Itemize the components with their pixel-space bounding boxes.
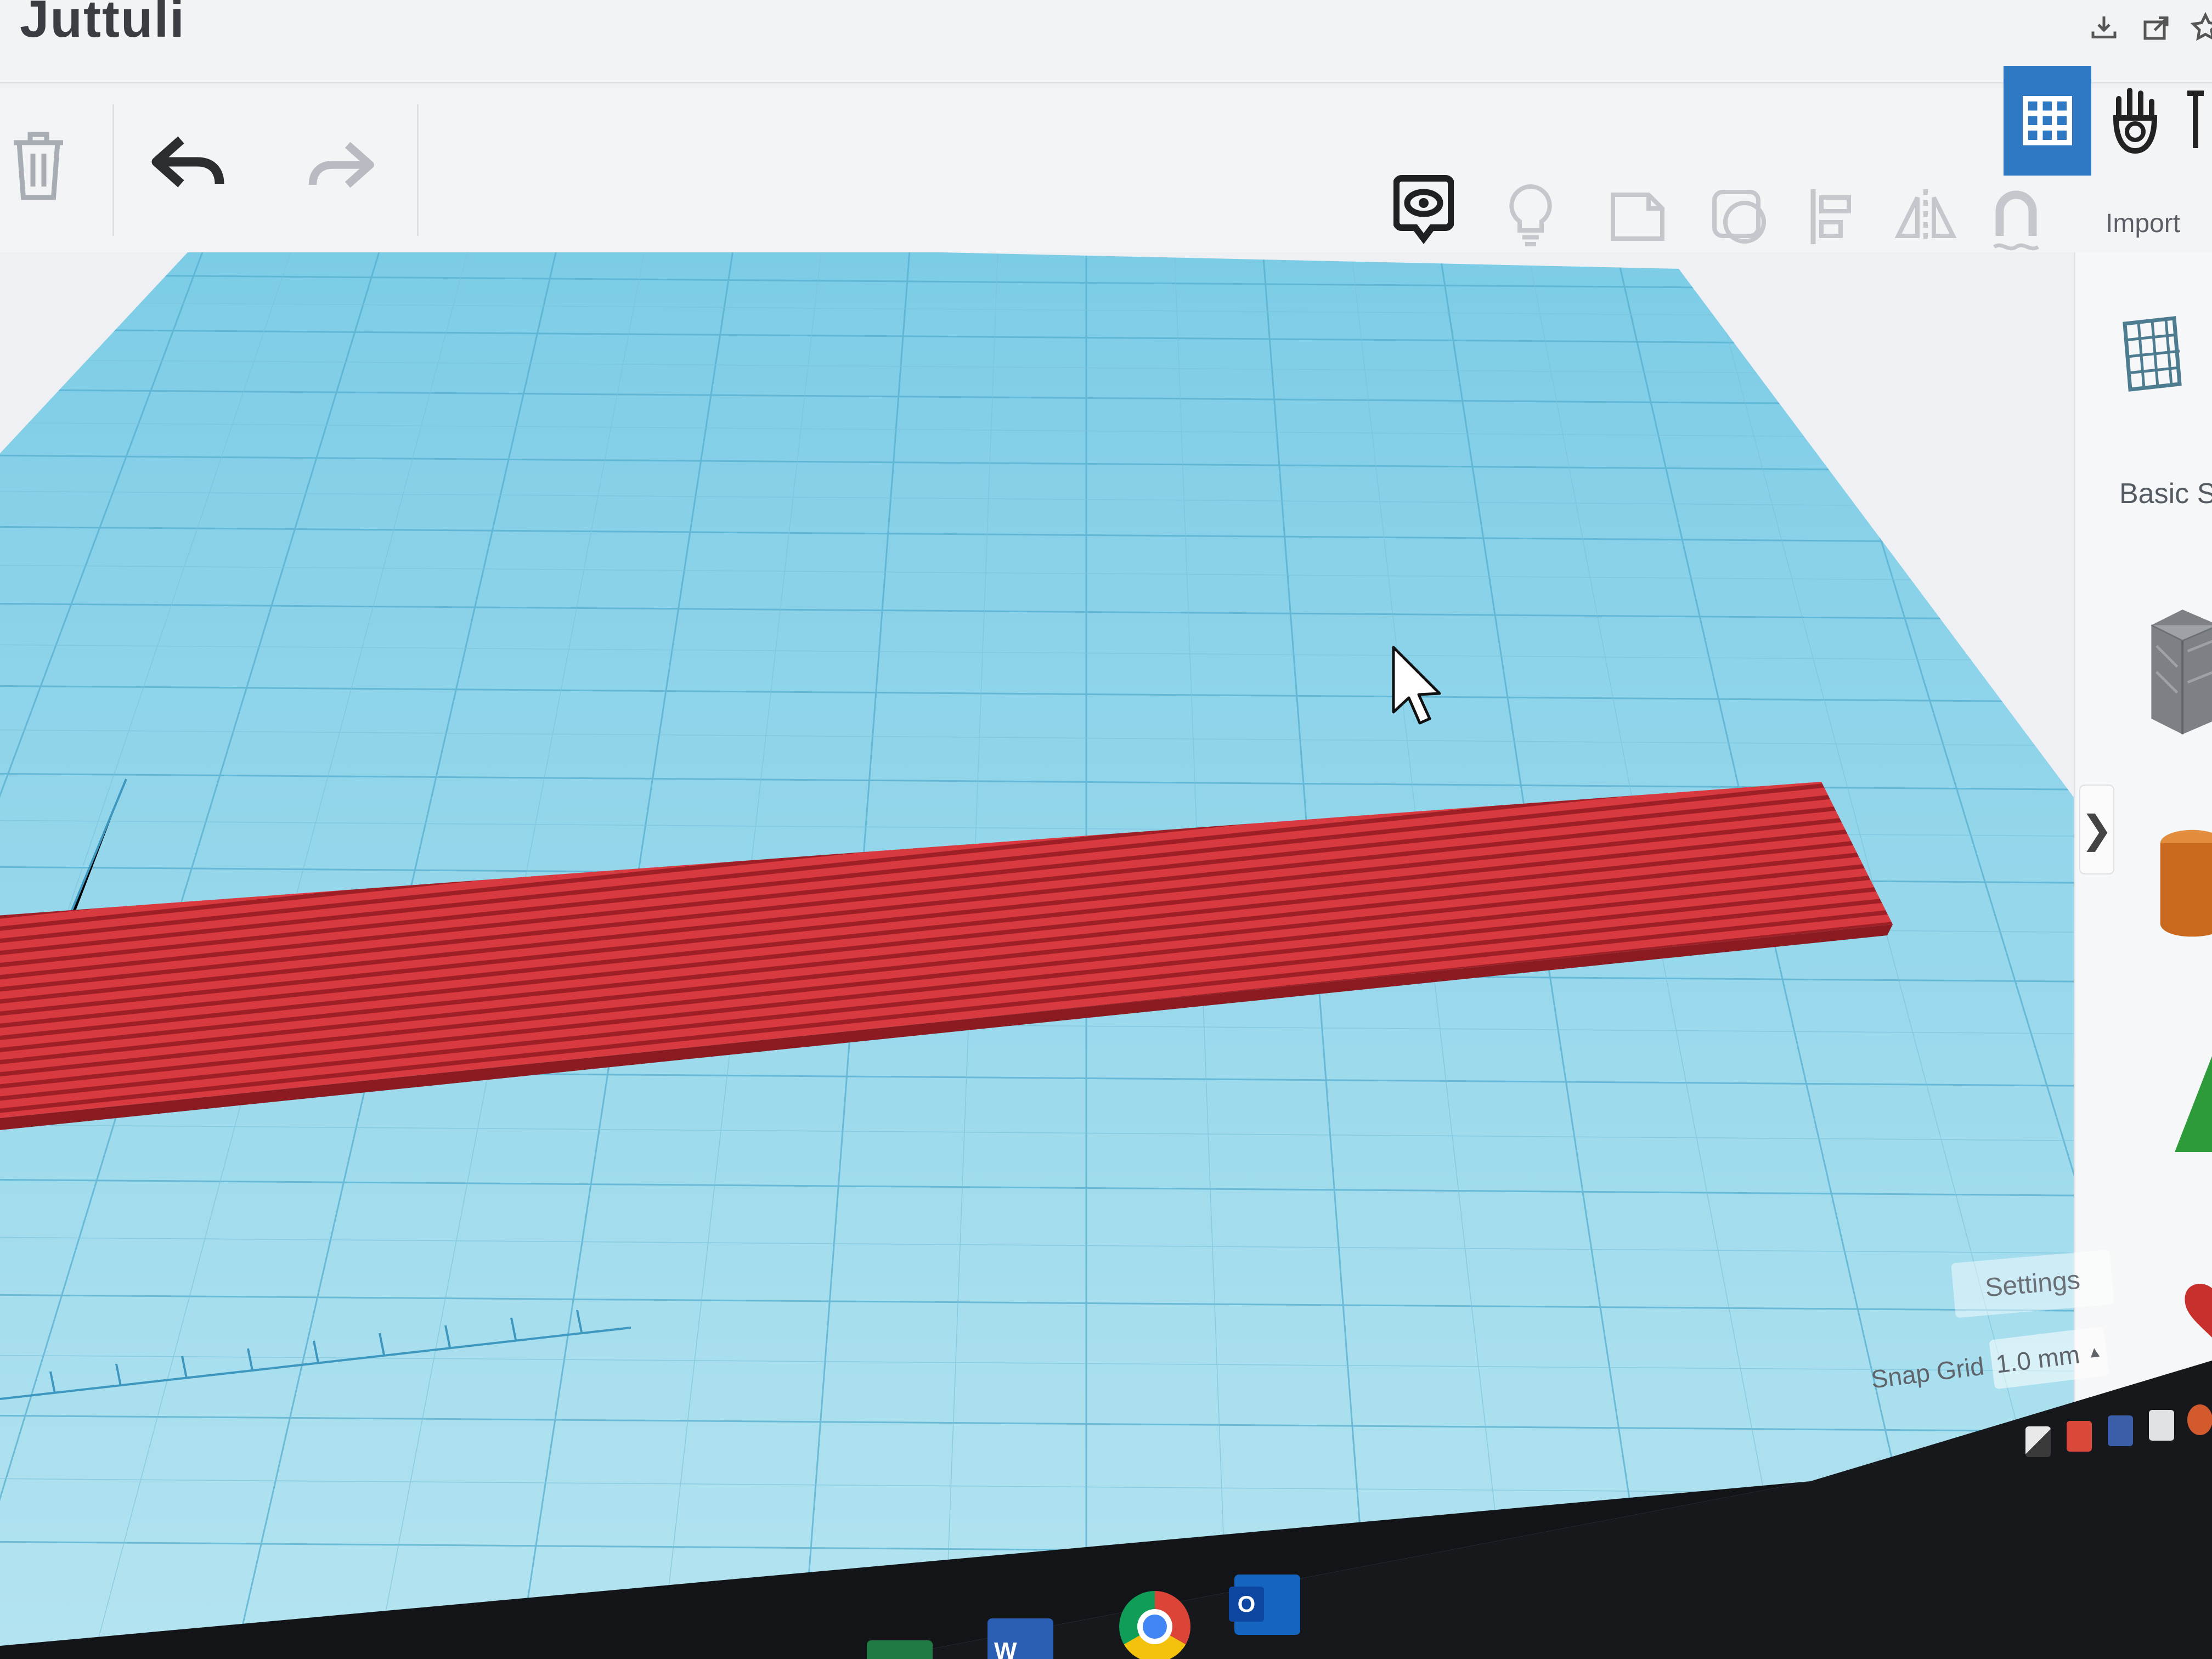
document-title[interactable]: Juttuli <box>20 0 185 49</box>
magnet-icon <box>1993 190 2039 251</box>
share-icon[interactable] <box>2137 11 2175 49</box>
heart-shape-icon[interactable] <box>2180 1278 2212 1350</box>
roof-shape-icon[interactable] <box>2174 1053 2212 1163</box>
pencil-icon <box>2187 91 2204 148</box>
network-icon[interactable] <box>2108 1415 2133 1446</box>
excel-icon[interactable] <box>867 1640 933 1659</box>
undo-arrow-icon <box>151 136 224 188</box>
tinkercad-window: Juttuli Import Basic S ❯ Settings Snap G… <box>0 0 2212 1659</box>
snap-grid-value: 1.0 mm <box>1994 1340 2081 1379</box>
antivirus-icon[interactable] <box>2067 1421 2092 1452</box>
tinker-hand-icon <box>2113 88 2158 154</box>
grid-view-tab[interactable] <box>2004 66 2091 176</box>
outlook-icon[interactable]: O <box>1229 1575 1300 1635</box>
view-tabs <box>2004 66 2212 176</box>
group-button[interactable] <box>1701 181 1778 252</box>
align-button[interactable] <box>1799 181 1865 252</box>
app-tray-icon[interactable] <box>2187 1404 2212 1435</box>
chevron-up-icon: ▲ <box>2086 1342 2103 1362</box>
box-shape-icon[interactable] <box>2136 603 2212 735</box>
workplane-grid[interactable] <box>0 252 2172 1659</box>
mirror-button[interactable] <box>1887 181 1964 252</box>
chrome-icon[interactable] <box>1119 1591 1190 1659</box>
trash-icon <box>14 132 63 200</box>
shape-category-label[interactable]: Basic Sh <box>2119 477 2212 510</box>
workplane-shape-icon[interactable] <box>2119 313 2185 395</box>
cylinder-shape-icon[interactable] <box>2155 823 2212 944</box>
more-tab[interactable] <box>2179 66 2212 176</box>
undo-button[interactable] <box>148 121 230 208</box>
star-icon[interactable] <box>2186 11 2212 49</box>
note-button[interactable] <box>1602 181 1673 252</box>
redo-arrow-icon <box>308 142 374 188</box>
delete-button[interactable] <box>0 110 77 219</box>
mirror-icon <box>1894 189 1957 244</box>
download-icon[interactable] <box>2085 11 2123 49</box>
redo-button[interactable] <box>299 126 381 208</box>
group-shapes-icon <box>1712 190 1766 244</box>
workplane-area[interactable] <box>0 252 2172 1659</box>
shield-icon[interactable] <box>2025 1426 2051 1457</box>
align-icon <box>1810 189 1851 244</box>
usb-icon[interactable] <box>2149 1410 2174 1441</box>
title-bar: Juttuli <box>0 0 2212 83</box>
main-toolbar: Import <box>0 88 2212 254</box>
word-icon[interactable]: W <box>988 1618 1053 1659</box>
lightbulb-button[interactable] <box>1498 176 1564 252</box>
magnet-button[interactable] <box>1980 181 2052 258</box>
note-icon <box>1611 193 1664 241</box>
show-all-button[interactable] <box>1388 170 1459 247</box>
collapse-panel-button[interactable]: ❯ <box>2079 785 2114 874</box>
import-button[interactable]: Import <box>2106 208 2180 239</box>
show-all-icon <box>1393 175 1454 244</box>
tinker-tab[interactable] <box>2091 66 2179 176</box>
lightbulb-icon <box>1509 184 1552 246</box>
grid-view-icon <box>2023 96 2072 145</box>
system-tray <box>2004 1404 2212 1481</box>
